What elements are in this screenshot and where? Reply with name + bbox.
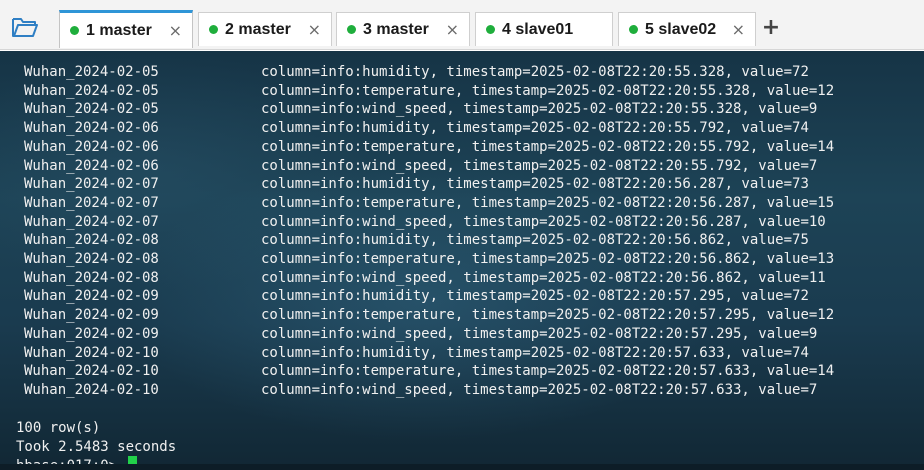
row-key: Wuhan_2024-02-06: [24, 157, 159, 174]
tab-2-master[interactable]: 2 master ×: [198, 12, 332, 46]
row-value: column=info:wind_speed, timestamp=2025-0…: [261, 381, 818, 398]
row-key: Wuhan_2024-02-05: [24, 101, 159, 118]
tab-label: 3 master: [363, 20, 429, 38]
row-value: column=info:wind_speed, timestamp=2025-0…: [261, 213, 826, 230]
row-value: column=info:temperature, timestamp=2025-…: [261, 194, 835, 211]
row-value: column=info:humidity, timestamp=2025-02-…: [261, 176, 809, 193]
tab-bar: 1 master × 2 master × 3 master × 4 slave…: [0, 0, 924, 50]
row-value: column=info:wind_speed, timestamp=2025-0…: [261, 157, 818, 174]
row-key: Wuhan_2024-02-07: [24, 176, 159, 193]
row-key: Wuhan_2024-02-08: [24, 251, 159, 267]
status-dot-icon: [629, 25, 638, 34]
tab-4-slave01[interactable]: 4 slave01 ×: [475, 12, 613, 46]
status-dot-icon: [486, 25, 495, 34]
close-icon[interactable]: ×: [732, 21, 745, 38]
row-key: Wuhan_2024-02-05: [24, 82, 159, 99]
row-value: column=info:wind_speed, timestamp=2025-0…: [261, 325, 818, 342]
row-key: Wuhan_2024-02-06: [24, 138, 159, 155]
row-key: Wuhan_2024-02-07: [24, 194, 159, 211]
row-value: column=info:humidity, timestamp=2025-02-…: [261, 232, 809, 249]
row-key: Wuhan_2024-02-05: [24, 64, 159, 80]
add-tab-button[interactable]: +: [760, 17, 782, 41]
close-icon[interactable]: ×: [308, 21, 321, 38]
row-value: column=info:temperature, timestamp=2025-…: [261, 138, 835, 155]
prompt-line[interactable]: hbase:017:0>: [0, 437, 137, 470]
row-key: Wuhan_2024-02-08: [24, 269, 159, 286]
elapsed-line: Took 2.5483 seconds: [0, 419, 176, 455]
row-value: column=info:temperature, timestamp=2025-…: [261, 363, 835, 380]
row-key: Wuhan_2024-02-10: [24, 344, 159, 361]
tab-label: 5 slave02: [645, 20, 717, 38]
status-dot-icon: [209, 25, 218, 34]
row-value: column=info:temperature, timestamp=2025-…: [261, 307, 835, 324]
terminal-output[interactable]: Wuhan_2024-02-05 column=info:humidity, ti…: [0, 51, 924, 470]
row-value: column=info:wind_speed, timestamp=2025-0…: [261, 269, 826, 286]
tab-label: 2 master: [225, 20, 291, 38]
row-key: Wuhan_2024-02-06: [24, 120, 159, 137]
row-value: column=info:temperature, timestamp=2025-…: [261, 82, 835, 99]
row-key: Wuhan_2024-02-09: [24, 307, 159, 324]
row-value: column=info:humidity, timestamp=2025-02-…: [261, 288, 809, 305]
folder-open-icon[interactable]: [6, 10, 44, 44]
terminal-bottom-edge: [0, 464, 924, 470]
tab-1-master[interactable]: 1 master ×: [59, 10, 193, 48]
tab-label: 4 slave01: [502, 20, 574, 38]
row-key: Wuhan_2024-02-10: [24, 363, 159, 380]
row-key: Wuhan_2024-02-10: [24, 381, 159, 398]
tab-3-master[interactable]: 3 master ×: [336, 12, 470, 46]
row-key: Wuhan_2024-02-07: [24, 213, 159, 230]
status-dot-icon: [347, 25, 356, 34]
row-key: Wuhan_2024-02-09: [24, 325, 159, 342]
tab-label: 1 master: [86, 21, 152, 39]
elapsed-time: Took 2.5483 seconds: [16, 439, 177, 455]
row-value: column=info:temperature, timestamp=2025-…: [261, 251, 835, 267]
row-value: column=info:humidity, timestamp=2025-02-…: [261, 64, 809, 80]
row-value: column=info:wind_speed, timestamp=2025-0…: [261, 101, 818, 118]
row-key: Wuhan_2024-02-08: [24, 232, 159, 249]
row-key: Wuhan_2024-02-09: [24, 288, 159, 305]
tab-5-slave02[interactable]: 5 slave02 ×: [618, 12, 756, 46]
row-value: column=info:humidity, timestamp=2025-02-…: [261, 120, 809, 137]
close-icon[interactable]: ×: [169, 22, 182, 39]
status-dot-icon: [70, 26, 79, 35]
row-count-line: 100 row(s): [0, 400, 100, 436]
close-icon[interactable]: ×: [446, 21, 459, 38]
row-value: column=info:humidity, timestamp=2025-02-…: [261, 344, 809, 361]
